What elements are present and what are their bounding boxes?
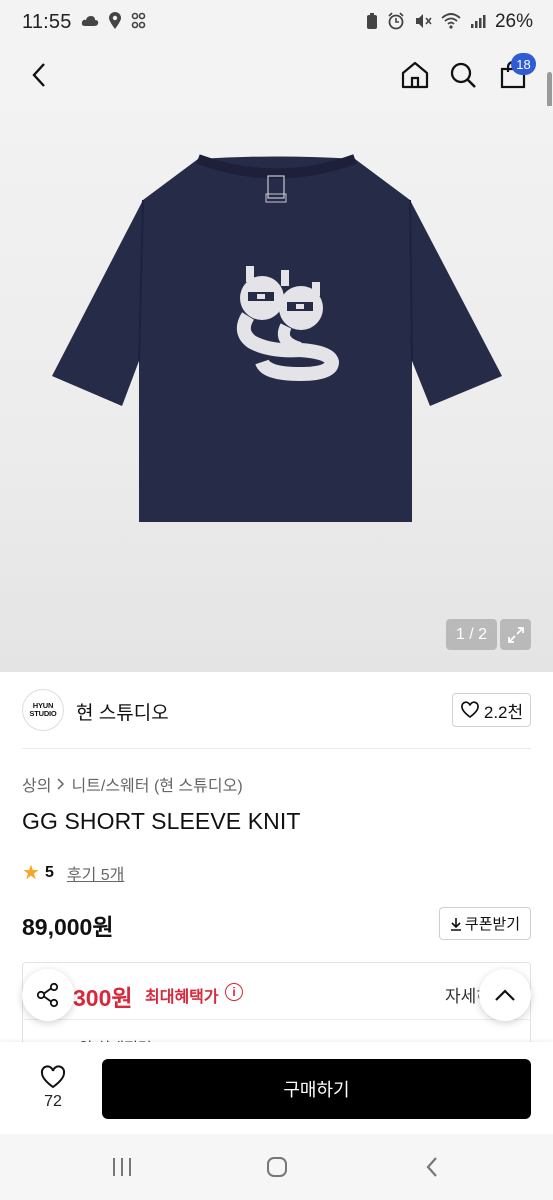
- app-notification-icon: [131, 12, 147, 33]
- brand-logo[interactable]: HYUN STUDIO: [22, 689, 64, 731]
- rating-score: 5: [44, 863, 54, 881]
- wishlist-button[interactable]: 72: [22, 1060, 84, 1116]
- breadcrumb-category[interactable]: 상의: [22, 772, 51, 796]
- benefit-price: 300원: [73, 985, 133, 1011]
- divider: [22, 748, 531, 749]
- cloud-icon: [81, 14, 99, 31]
- search-icon: [450, 62, 476, 88]
- image-pager: 1 / 2: [446, 619, 497, 650]
- mute-icon: [414, 12, 432, 33]
- expand-image-button[interactable]: [500, 619, 531, 650]
- info-icon[interactable]: i: [225, 983, 243, 1001]
- coupon-button[interactable]: 쿠폰받기: [439, 907, 531, 940]
- status-bar: 11:55 26%: [0, 0, 553, 44]
- brand-like-count: 2.2천: [483, 702, 524, 722]
- back-button[interactable]: [22, 58, 56, 92]
- download-icon: [450, 917, 461, 931]
- status-left: 11:55: [22, 11, 147, 34]
- brand-like-button[interactable]: 2.2천: [452, 693, 531, 727]
- heart-icon: [40, 1065, 66, 1089]
- purchase-action-bar: 72 구매하기: [0, 1042, 553, 1134]
- star-icon: ★: [22, 862, 40, 884]
- benefit-label: 최대혜택가: [145, 989, 219, 1006]
- share-icon: [36, 982, 59, 1008]
- app-bar: [0, 44, 553, 106]
- cart-count-badge: 18: [511, 53, 536, 75]
- system-home-button[interactable]: [257, 1150, 297, 1184]
- heart-icon: [461, 701, 479, 719]
- chevron-right-icon: [57, 778, 65, 790]
- scroll-to-top-button[interactable]: [479, 969, 531, 1021]
- wifi-icon: [441, 12, 461, 32]
- product-title: GG SHORT SLEEVE KNIT: [22, 808, 301, 834]
- battery-percentage: 26%: [494, 11, 533, 32]
- buy-button[interactable]: 구매하기: [102, 1059, 531, 1119]
- system-back-button[interactable]: [412, 1150, 452, 1184]
- breadcrumb: 상의 니트/스웨터 (현 스튜디오): [22, 772, 243, 796]
- brand-logo-text-bottom: STUDIO: [29, 709, 57, 718]
- recents-icon: [113, 1158, 131, 1176]
- share-button[interactable]: [22, 969, 74, 1021]
- product-image: [52, 154, 502, 522]
- system-nav-bar: [0, 1134, 553, 1200]
- status-time: 11:55: [22, 10, 72, 33]
- coupon-label: 쿠폰받기: [464, 916, 521, 933]
- brand-name[interactable]: 현 스튜디오: [76, 698, 169, 725]
- battery-saver-icon: [366, 12, 378, 33]
- signal-icon: [470, 13, 486, 32]
- location-icon: [108, 11, 122, 33]
- breadcrumb-subcategory[interactable]: 니트/스웨터 (현 스튜디오): [71, 772, 242, 796]
- chevron-up-icon: [495, 989, 515, 1001]
- benefit-divider: [23, 1019, 530, 1020]
- brand-row[interactable]: HYUN STUDIO 현 스튜디오 2.2천: [0, 672, 553, 748]
- home-button[interactable]: [398, 58, 432, 92]
- wishlist-count: 72: [44, 1093, 62, 1110]
- chevron-left-icon: [32, 63, 45, 87]
- chevron-left-icon: [426, 1157, 437, 1177]
- expand-icon: [507, 626, 524, 643]
- rating-row: ★ 5 후기 5개: [22, 860, 124, 885]
- home-circle-icon: [267, 1157, 287, 1177]
- product-image-gallery[interactable]: [0, 106, 553, 672]
- review-link[interactable]: 후기 5개: [67, 861, 125, 885]
- search-button[interactable]: [446, 58, 480, 92]
- home-icon: [401, 61, 429, 89]
- product-price: 89,000원: [22, 914, 114, 940]
- alarm-icon: [387, 11, 405, 33]
- recents-button[interactable]: [102, 1150, 142, 1184]
- status-right: 26%: [366, 11, 533, 33]
